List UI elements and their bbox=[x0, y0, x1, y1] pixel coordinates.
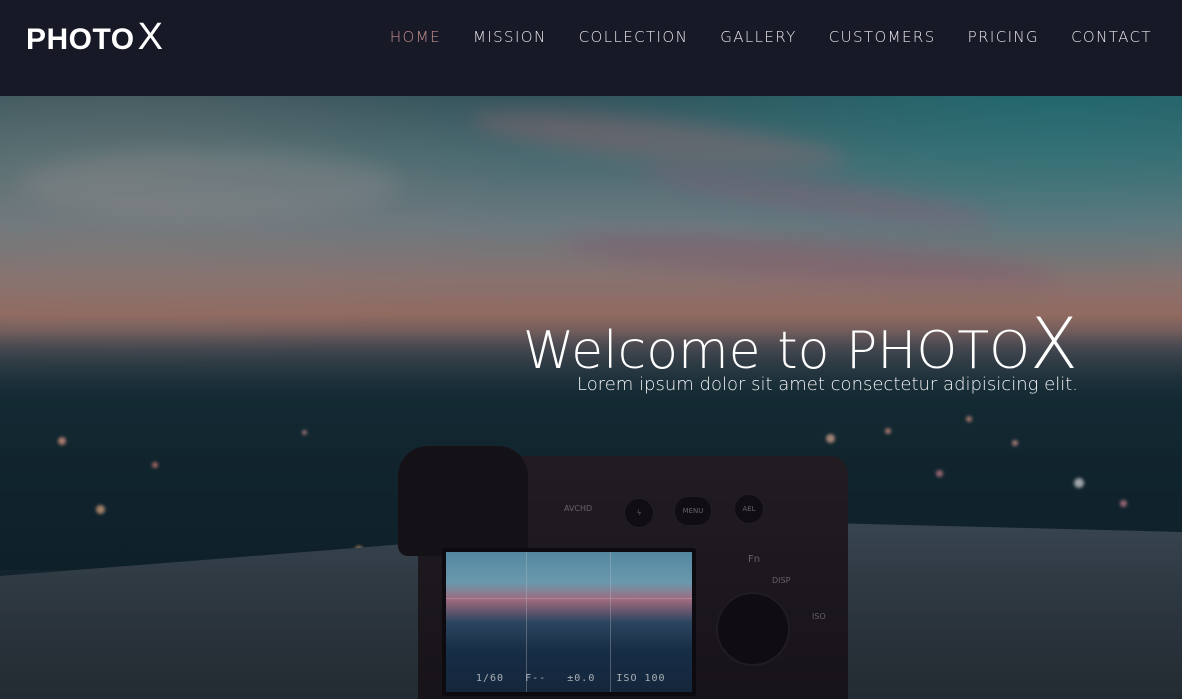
hero-title-brand: PHOTO bbox=[845, 321, 1031, 382]
top-navbar: PHOTOX HOME MISSION COLLECTION GALLERY C… bbox=[0, 0, 1182, 96]
nav-collection[interactable]: COLLECTION bbox=[579, 28, 689, 46]
hero-subtitle: Lorem ipsum dolor sit amet consectetur a… bbox=[576, 374, 1078, 395]
hero-title-welcome: Welcome to bbox=[522, 321, 846, 382]
nav-contact[interactable]: CONTACT bbox=[1071, 28, 1152, 46]
hero-title: Welcome to PHOTOX bbox=[523, 309, 1078, 379]
nav-home[interactable]: HOME bbox=[390, 28, 441, 46]
nav-mission[interactable]: MISSION bbox=[473, 28, 547, 46]
logo-text: PHOTO bbox=[26, 23, 135, 56]
nav-pricing[interactable]: PRICING bbox=[968, 28, 1039, 46]
nav-gallery[interactable]: GALLERY bbox=[720, 28, 797, 46]
nav-customers[interactable]: CUSTOMERS bbox=[829, 28, 936, 46]
main-nav: HOME MISSION COLLECTION GALLERY CUSTOMER… bbox=[358, 28, 1152, 46]
logo-x: X bbox=[137, 16, 163, 58]
brand-logo[interactable]: PHOTOX bbox=[26, 18, 163, 56]
